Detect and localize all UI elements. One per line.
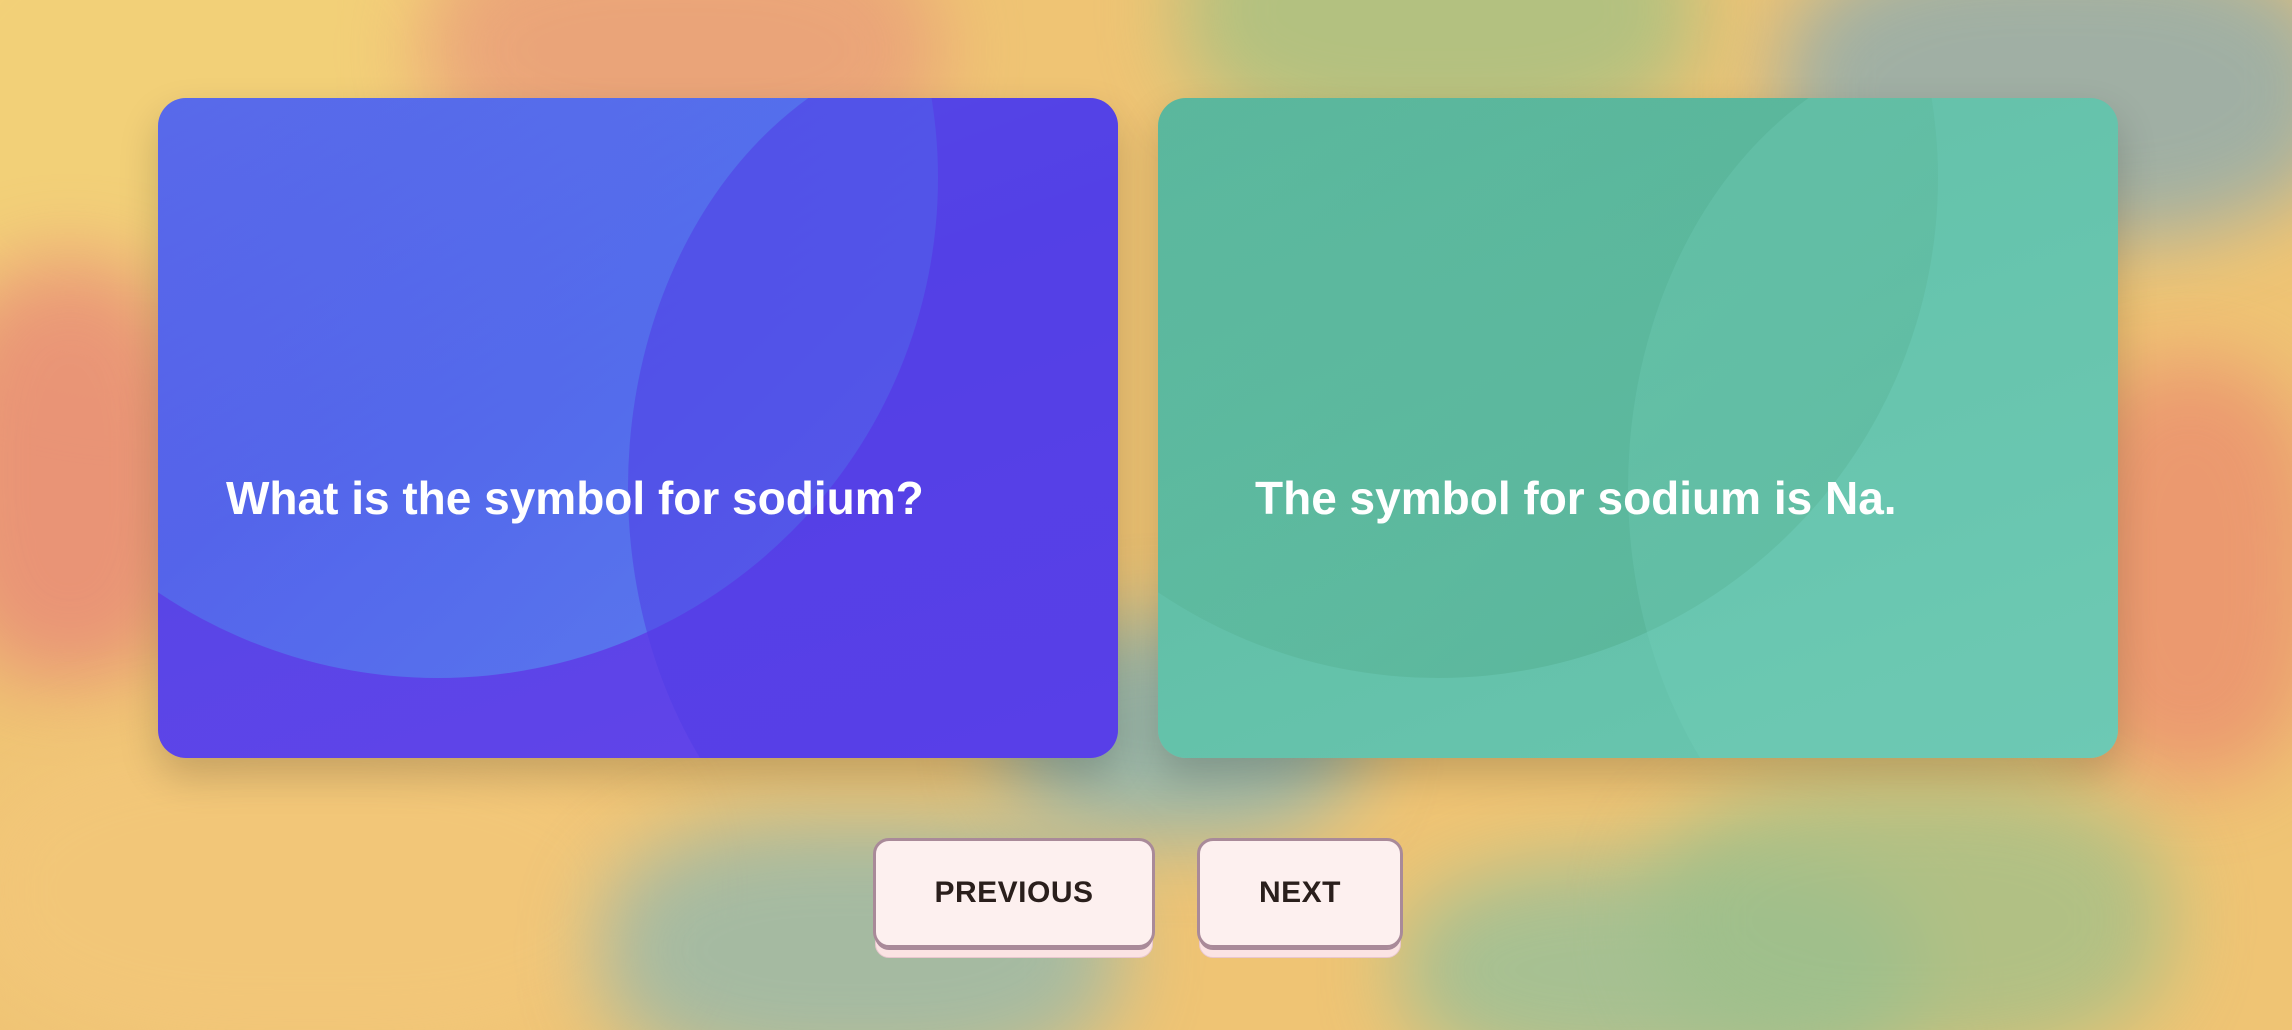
previous-button[interactable]: PREVIOUS: [873, 838, 1155, 948]
question-card[interactable]: What is the symbol for sodium?: [158, 98, 1118, 758]
next-button[interactable]: NEXT: [1197, 838, 1403, 948]
answer-text: The symbol for sodium is Na.: [1255, 472, 1897, 524]
previous-button-group: PREVIOUS: [873, 838, 1155, 994]
next-button-group: NEXT: [1197, 838, 1403, 994]
answer-card[interactable]: The symbol for sodium is Na.: [1158, 98, 2118, 758]
question-text: What is the symbol for sodium?: [226, 472, 924, 524]
